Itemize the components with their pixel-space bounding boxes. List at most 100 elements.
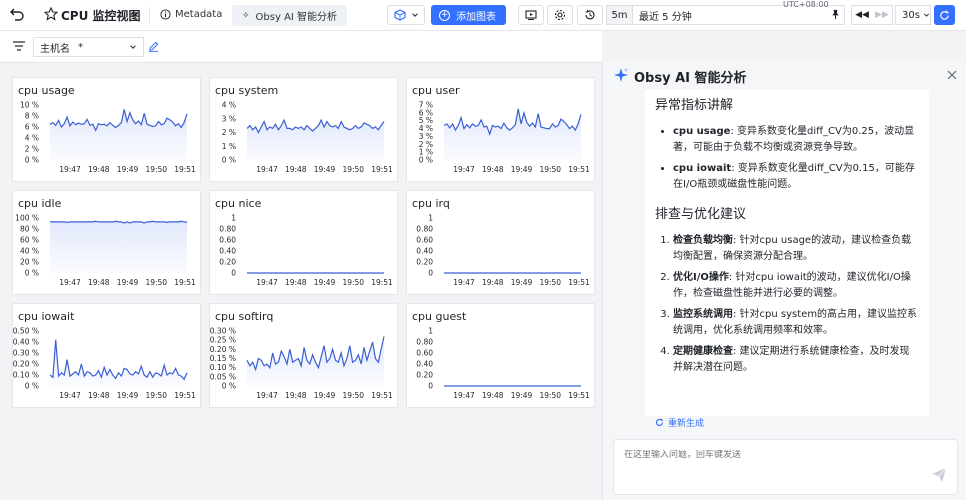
x-tick-label: 19:51 (568, 391, 590, 400)
y-tick-label: 80 % (20, 225, 39, 234)
chart-panel[interactable]: cpu usage 10 % 8 % 6 % 4 % 2 % 0 % 19:47 19:48 19… (12, 77, 201, 182)
x-tick-label: 19:47 (256, 278, 278, 287)
fullscreen-button[interactable] (518, 5, 544, 25)
ai-question-box (613, 439, 958, 495)
y-tick-label: 0.60 (416, 236, 433, 245)
tab-metadata[interactable]: Metadata (175, 9, 222, 20)
chevron-down-icon[interactable] (130, 9, 140, 19)
x-tick-label: 19:50 (342, 391, 364, 400)
close-icon[interactable] (947, 70, 957, 83)
regenerate-button[interactable]: 重新生成 (655, 416, 704, 429)
chart-plot: 0.50 % 0.40 % 0.30 % 0.20 % 0.10 % 0 % 19:47 19… (13, 327, 196, 401)
x-tick-label: 19:47 (256, 165, 278, 174)
chevron-down-icon (130, 45, 136, 49)
chart-panel[interactable]: cpu irq 1 0.80 0.60 0.40 0.20 0 19:47 19:48 19:49… (406, 190, 595, 295)
y-tick-label: 0.30 % (210, 327, 236, 336)
y-tick-label: 0.60 (416, 349, 433, 358)
series-area (247, 120, 384, 160)
refresh-button[interactable] (934, 5, 955, 25)
chart-plot: 100 % 80 % 60 % 40 % 20 % 0 % 19:47 19:48 19:49 1… (15, 214, 196, 288)
y-tick-label: 3 % (222, 114, 236, 123)
fast-forward-icon[interactable]: ▶▶ (875, 10, 889, 20)
x-tick-label: 19:51 (371, 391, 393, 400)
x-tick-label: 19:49 (117, 278, 139, 287)
x-tick-label: 19:48 (482, 165, 504, 174)
y-tick-label: 0 (428, 382, 433, 391)
x-tick-label: 19:51 (371, 165, 393, 174)
y-tick-label: 0.20 % (210, 345, 236, 354)
ai-analysis-panel: Obsy AI 智能分析 异常指标讲解 cpu usage: 变异系数变化量di… (602, 62, 966, 500)
x-tick-label: 19:48 (88, 278, 110, 287)
chart-panel[interactable]: cpu idle 100 % 80 % 60 % 40 % 20 % 0 % 19:47 19:… (12, 190, 201, 295)
chart-panel[interactable]: cpu system 4 % 3 % 2 % 1 % 0 % 19:47 19:48 19:49… (209, 77, 398, 182)
chart-plot: 1 0.80 0.60 0.40 0.20 0 19:47 19:48 19:49 19:50 19… (219, 214, 393, 288)
ai-question-input[interactable] (624, 450, 924, 460)
star-icon[interactable] (44, 7, 58, 21)
chart-panel[interactable]: cpu iowait 0.50 % 0.40 % 0.30 % 0.20 % 0.10 %… (12, 303, 201, 408)
ai-panel-header: Obsy AI 智能分析 (603, 62, 966, 90)
chevron-down-icon (924, 13, 929, 17)
x-tick-label: 19:48 (88, 391, 110, 400)
host-filter-select[interactable]: * (72, 37, 144, 57)
x-tick-label: 19:48 (285, 391, 307, 400)
x-tick-label: 19:49 (314, 391, 336, 400)
list-item: cpu iowait: 变异系数变化量diff_CV为0.15，可能存在I/O瓶… (673, 161, 919, 193)
pin-icon[interactable] (830, 9, 841, 20)
list-item: 定期健康检查: 建议定期进行系统健康检查，及时发现并解决潜在问题。 (673, 344, 919, 376)
add-chart-button[interactable]: + 添加图表 (431, 5, 506, 25)
x-tick-label: 19:49 (314, 278, 336, 287)
y-tick-label: 0 % (25, 382, 39, 391)
add-chart-label: 添加图表 (456, 11, 496, 23)
y-tick-label: 0.80 (416, 225, 433, 234)
monitor-icon (525, 10, 537, 20)
time-range-label: 最近 5 分钟 (639, 11, 692, 23)
chart-panel[interactable]: cpu guest 1 0.80 0.60 0.40 0.20 0 19:47 19:48 19:… (406, 303, 595, 408)
series-line (49, 339, 188, 381)
back-arrow-icon[interactable] (9, 6, 25, 22)
refresh-interval-select[interactable]: 30s (895, 5, 931, 25)
chart-panel[interactable]: cpu nice 1 0.80 0.60 0.40 0.20 0 19:47 19:48 19:4… (209, 190, 398, 295)
y-tick-label: 1 % (222, 142, 236, 151)
suggestion-title: 优化I/O操作 (673, 272, 729, 283)
list-item: cpu usage: 变异系数变化量diff_CV为0.25，波动显著，可能由于… (673, 124, 919, 156)
x-tick-label: 19:49 (511, 165, 533, 174)
y-tick-label: 0.10 % (13, 371, 39, 380)
send-icon[interactable] (931, 467, 947, 486)
settings-button[interactable] (547, 5, 573, 25)
y-tick-label: 0 % (25, 269, 39, 278)
section-title: 排查与优化建议 (655, 207, 747, 222)
ai-sparkle-icon (613, 67, 629, 86)
edit-icon[interactable] (148, 41, 159, 55)
chart-plot: 10 % 8 % 6 % 4 % 2 % 0 % 19:47 19:48 19:49 19:50 1… (20, 101, 196, 175)
dashboard-title[interactable]: CPU 监控视图 (61, 7, 141, 24)
chart-plot: 0.30 %0.25 %0.20 %0.15 %0.10 %0.05 %0 % 1… (210, 327, 393, 401)
series-area (50, 109, 187, 160)
chart-panel[interactable]: cpu user 7 % 6 % 5 % 4 % 3 % 2 % 1 % 0 % 19:47 19:… (406, 77, 595, 182)
tab-ai-analysis[interactable]: ✧ Obsy AI 智能分析 (232, 5, 348, 26)
x-tick-label: 19:50 (539, 165, 561, 174)
y-tick-label: 0.80 (219, 225, 236, 234)
anomaly-list: cpu usage: 变异系数变化量diff_CV为0.25，波动显著，可能由于… (673, 124, 919, 193)
divider (149, 7, 150, 23)
y-tick-label: 0.20 (219, 258, 236, 267)
chart-panel[interactable]: cpu softirq 0.30 % 0.25 % 0.20 % 0.15 % 0.10 … (209, 303, 398, 408)
chart-type-dropdown[interactable] (387, 5, 425, 25)
rewind-icon[interactable]: ◀◀ (855, 10, 869, 20)
y-tick-label: 0.30 % (13, 349, 39, 358)
y-tick-label: 0.25 % (210, 336, 236, 345)
y-tick-label: 0 (428, 269, 433, 278)
y-tick-label: 0.40 % (13, 338, 39, 347)
x-tick-label: 19:48 (285, 165, 307, 174)
filter-bar: 主机名 * (0, 31, 602, 63)
plus-icon: + (439, 9, 450, 21)
y-tick-label: 0.40 (416, 360, 433, 369)
section-title: 异常指标讲解 (655, 98, 734, 113)
time-unit-button[interactable]: 5m (606, 5, 633, 25)
y-tick-label: 0 % (419, 156, 433, 165)
filter-icon[interactable] (12, 40, 26, 55)
host-filter-value: * (78, 41, 83, 53)
y-tick-label: 0 (231, 269, 236, 278)
list-item: 优化I/O操作: 针对cpu iowait的波动，建议优化I/O操作，检查磁盘性… (673, 270, 919, 302)
x-tick-label: 19:47 (59, 165, 81, 174)
history-button[interactable] (577, 5, 603, 25)
